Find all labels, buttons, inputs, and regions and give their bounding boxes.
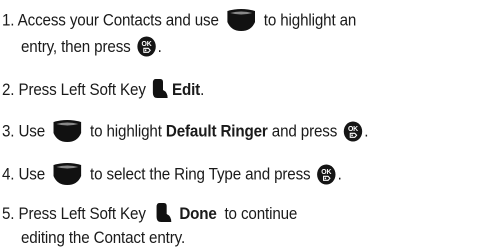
step-text: Press Left Soft Key xyxy=(18,205,146,223)
step-number: 2. xyxy=(2,81,15,99)
step-text: to select the Ring Type and press xyxy=(90,165,311,184)
step-number: 1. xyxy=(2,11,15,30)
step-1: 1. Access your Contacts and use to highl… xyxy=(2,9,356,33)
period: . xyxy=(157,38,162,56)
step-text: Access your Contacts and use xyxy=(17,11,219,30)
left-soft-key-icon xyxy=(152,78,169,99)
step-bold: Done xyxy=(179,205,217,223)
step-bold: Edit xyxy=(171,81,201,99)
ok-key-icon xyxy=(343,121,362,142)
period: . xyxy=(200,81,205,99)
step-text: to highlight xyxy=(90,122,162,141)
period: . xyxy=(337,165,342,184)
step-1-continued: entry, then press . xyxy=(21,36,162,58)
step-4: 4. Use to select the Ring Type and press… xyxy=(2,163,342,187)
step-2: 2. Press Left Soft Key Edit. xyxy=(2,79,204,101)
step-number: 4. xyxy=(2,165,15,184)
navigation-key-icon xyxy=(53,119,82,143)
ok-key-icon xyxy=(137,36,156,57)
step-5-continued: editing the Contact entry. xyxy=(21,227,185,249)
step-text: Use xyxy=(18,165,46,184)
step-3: 3. Use to highlight Default Ringer and p… xyxy=(2,119,369,144)
navigation-key-icon xyxy=(227,8,256,32)
step-text: to continue xyxy=(224,205,298,223)
left-soft-key-icon xyxy=(155,202,172,223)
step-bold: Default Ringer xyxy=(165,122,268,141)
ok-key-icon xyxy=(316,164,335,185)
step-5: 5. Press Left Soft Key Done to continue xyxy=(2,203,297,225)
period: . xyxy=(364,122,369,141)
step-text: Use xyxy=(18,122,46,141)
step-text: Press Left Soft Key xyxy=(18,81,146,99)
step-text: editing the Contact entry. xyxy=(21,229,186,247)
step-text: and press xyxy=(271,122,338,141)
step-number: 5. xyxy=(2,205,15,223)
step-text: to highlight an xyxy=(263,11,357,30)
navigation-key-icon xyxy=(53,162,82,186)
step-text: entry, then press xyxy=(21,38,131,56)
step-number: 3. xyxy=(2,122,15,141)
